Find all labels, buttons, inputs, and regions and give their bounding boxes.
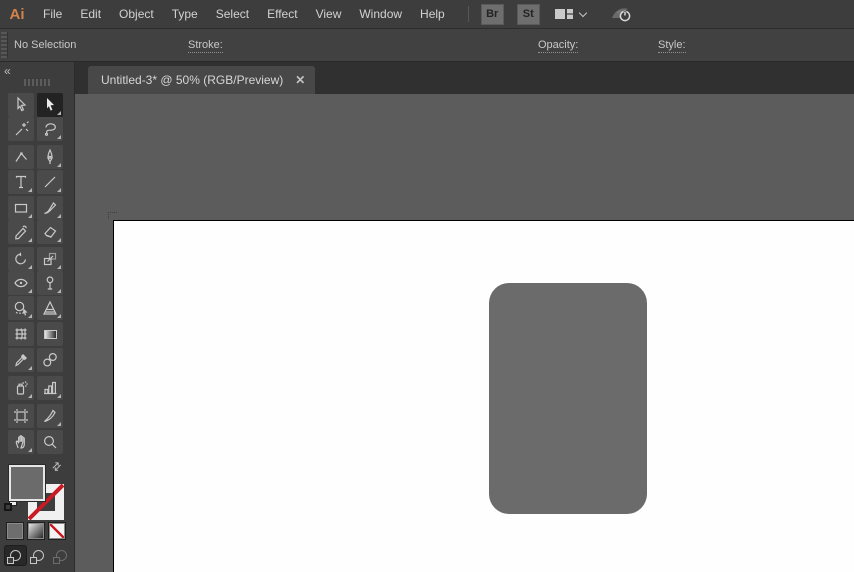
perspective-grid-tool[interactable]	[37, 296, 63, 320]
fill-indicator[interactable]	[8, 464, 46, 502]
bridge-button[interactable]: Br	[480, 3, 504, 25]
control-bar: No Selection Stroke: • 3 pt. Round Opaci…	[0, 29, 854, 87]
artboard[interactable]	[113, 220, 854, 572]
rotate-tool[interactable]	[8, 247, 34, 271]
draw-normal-icon	[7, 550, 21, 564]
gradient-swatch	[43, 329, 57, 339]
none-button[interactable]	[48, 522, 66, 540]
artboard-corner-mark	[108, 212, 117, 219]
draw-normal-button[interactable]	[4, 545, 27, 566]
canvas-shape[interactable]	[489, 283, 647, 514]
swap-fill-stroke-icon[interactable]: ⇄	[49, 459, 64, 474]
opacity-label[interactable]: Opacity:	[538, 39, 579, 53]
mesh-tool[interactable]	[8, 322, 34, 346]
menu-file[interactable]: File	[34, 0, 71, 29]
gradient-tool[interactable]	[37, 322, 63, 346]
menu-help[interactable]: Help	[411, 0, 454, 29]
shape-builder-tool[interactable]	[8, 296, 34, 320]
control-bar-grip[interactable]	[1, 32, 8, 58]
magic-wand-tool[interactable]	[8, 117, 34, 141]
tools-panel-grip[interactable]	[24, 79, 50, 86]
puppet-warp-tool[interactable]	[37, 271, 63, 295]
menu-effect[interactable]: Effect	[258, 0, 306, 29]
selection-tool[interactable]	[8, 93, 34, 117]
document-tab-title: Untitled-3* @ 50% (RGB/Preview)	[101, 73, 284, 87]
menu-bar: Ai File Edit Object Type Select Effect V…	[0, 0, 854, 29]
workspace-chevron-icon[interactable]	[578, 8, 587, 18]
scale-tool[interactable]	[37, 247, 63, 271]
eraser-tool[interactable]	[37, 220, 63, 244]
menu-select[interactable]: Select	[207, 0, 258, 29]
illustrator-window: Ai File Edit Object Type Select Effect V…	[0, 0, 854, 572]
menubar-divider	[467, 6, 469, 22]
menu-object[interactable]: Object	[110, 0, 163, 29]
width-tool[interactable]	[8, 271, 34, 295]
paintbrush-tool[interactable]	[37, 196, 63, 220]
selection-status: No Selection	[14, 39, 77, 51]
menu-edit[interactable]: Edit	[71, 0, 110, 29]
shaper-tool[interactable]	[8, 220, 34, 244]
document-tab-bar: Untitled-3* @ 50% (RGB/Preview) ✕	[75, 62, 854, 94]
fill-stroke-indicator: ⇄	[0, 458, 75, 522]
draw-behind-button[interactable]	[27, 545, 50, 566]
artboard-tool[interactable]	[8, 404, 34, 428]
eyedropper-tool[interactable]	[8, 348, 34, 372]
draw-inside-icon	[53, 550, 67, 564]
blend-tool[interactable]	[37, 348, 63, 372]
type-tool[interactable]	[8, 170, 34, 194]
tools-panel: « ⇄	[0, 62, 75, 572]
rectangle-tool[interactable]	[8, 196, 34, 220]
hand-tool[interactable]	[8, 430, 34, 454]
menu-type[interactable]: Type	[163, 0, 207, 29]
lasso-tool[interactable]	[37, 117, 63, 141]
direct-selection-tool[interactable]	[37, 93, 63, 117]
tab-close-icon[interactable]: ✕	[295, 73, 305, 87]
menu-view[interactable]: View	[307, 0, 351, 29]
menu-window[interactable]: Window	[350, 0, 411, 29]
line-segment-tool[interactable]	[37, 170, 63, 194]
symbol-sprayer-tool[interactable]	[8, 376, 34, 400]
document-tab[interactable]: Untitled-3* @ 50% (RGB/Preview) ✕	[88, 66, 316, 94]
stock-button[interactable]: St	[516, 3, 540, 25]
illustrator-logo-icon: Ai	[9, 5, 25, 23]
slice-tool[interactable]	[37, 404, 63, 428]
draw-behind-icon	[30, 550, 44, 564]
curvature-tool[interactable]	[8, 145, 34, 169]
style-label[interactable]: Style:	[658, 39, 686, 53]
workspace-switcher-icon[interactable]	[554, 6, 574, 22]
color-button[interactable]	[6, 522, 24, 540]
canvas-pasteboard[interactable]	[75, 94, 854, 572]
collapse-panel-icon[interactable]: «	[4, 64, 11, 78]
zoom-tool[interactable]	[37, 430, 63, 454]
column-graph-tool[interactable]	[37, 376, 63, 400]
stroke-label[interactable]: Stroke:	[188, 39, 223, 53]
power-status-icon[interactable]	[608, 4, 636, 24]
draw-inside-button[interactable]	[50, 545, 73, 566]
pen-tool[interactable]	[37, 145, 63, 169]
gradient-button[interactable]	[27, 522, 45, 540]
